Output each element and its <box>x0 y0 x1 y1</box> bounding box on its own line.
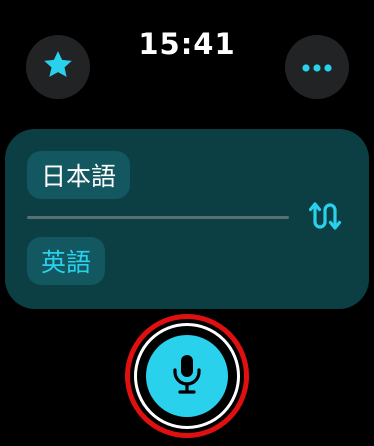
target-language-button[interactable]: 英語 <box>27 237 106 285</box>
dictation-highlight-ring <box>125 314 249 438</box>
microphone-icon <box>170 353 204 399</box>
favorites-button[interactable] <box>26 35 90 99</box>
microphone-button[interactable] <box>146 335 228 417</box>
language-selector-card: 日本語 英語 <box>5 129 369 309</box>
swap-languages-button[interactable] <box>305 199 349 237</box>
ellipsis-icon <box>300 58 334 77</box>
language-divider <box>27 216 289 219</box>
more-options-button[interactable] <box>285 35 349 99</box>
mic-button-outline <box>134 323 240 429</box>
star-icon <box>41 48 75 86</box>
target-language-label: 英語 <box>41 248 92 277</box>
swap-arrows-icon <box>308 200 345 236</box>
source-language-label: 日本語 <box>41 162 117 191</box>
source-language-button[interactable]: 日本語 <box>27 151 131 199</box>
